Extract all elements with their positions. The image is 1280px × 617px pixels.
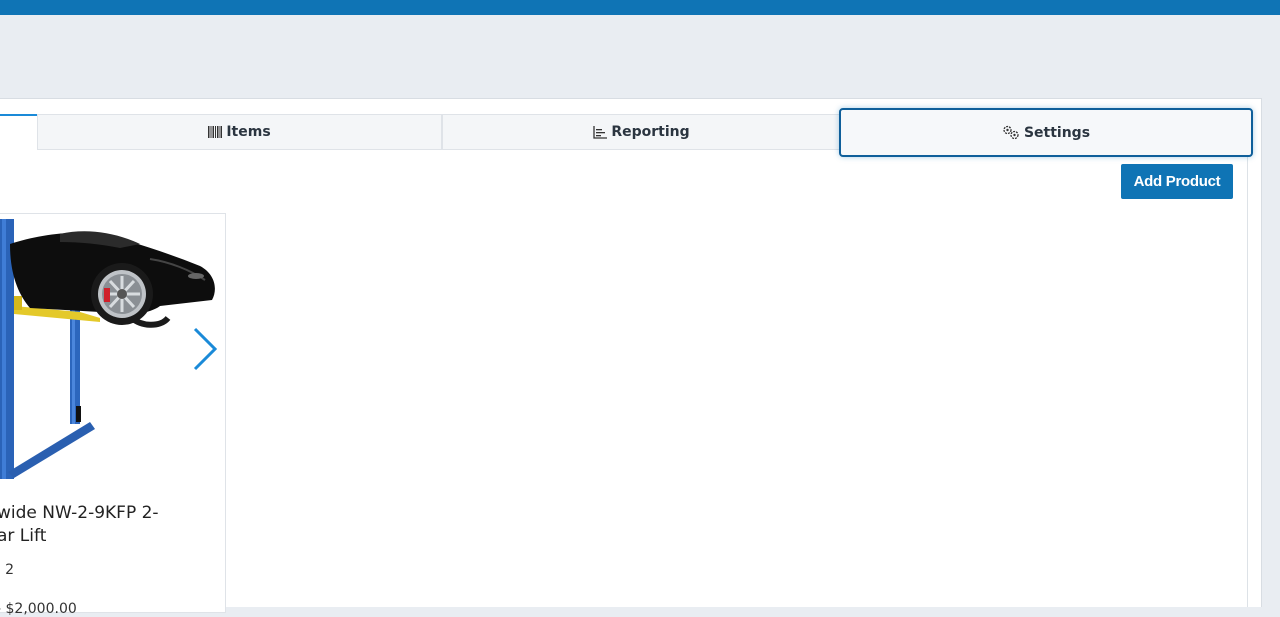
top-bar — [0, 0, 1280, 15]
add-product-button[interactable]: Add Product — [1121, 164, 1233, 199]
tab-reporting[interactable]: Reporting — [442, 114, 841, 150]
tab-settings-label: Settings — [1023, 124, 1091, 141]
tab-settings[interactable]: Settings — [839, 108, 1253, 157]
product-price: - $2,000.00 — [0, 601, 77, 617]
car-lift-image — [0, 214, 225, 494]
product-card[interactable]: wide NW-2-9KFP 2- ar Lift : 2 - $2,000.0… — [0, 213, 226, 617]
tab-bar: Items Reporting Settings — [0, 108, 1253, 157]
product-meta: : 2 — [0, 562, 15, 578]
carousel-next-arrow[interactable] — [188, 326, 222, 372]
tab-active-partial[interactable] — [0, 114, 37, 151]
chart-bars-icon — [593, 125, 608, 139]
panel-divider — [1247, 150, 1248, 607]
tab-reporting-label: Reporting — [611, 124, 690, 140]
tab-items[interactable]: Items — [37, 114, 442, 150]
product-title[interactable]: wide NW-2-9KFP 2- ar Lift — [0, 502, 217, 548]
barcode-icon — [208, 126, 223, 138]
gears-icon — [1002, 125, 1020, 140]
tab-items-label: Items — [226, 124, 271, 140]
